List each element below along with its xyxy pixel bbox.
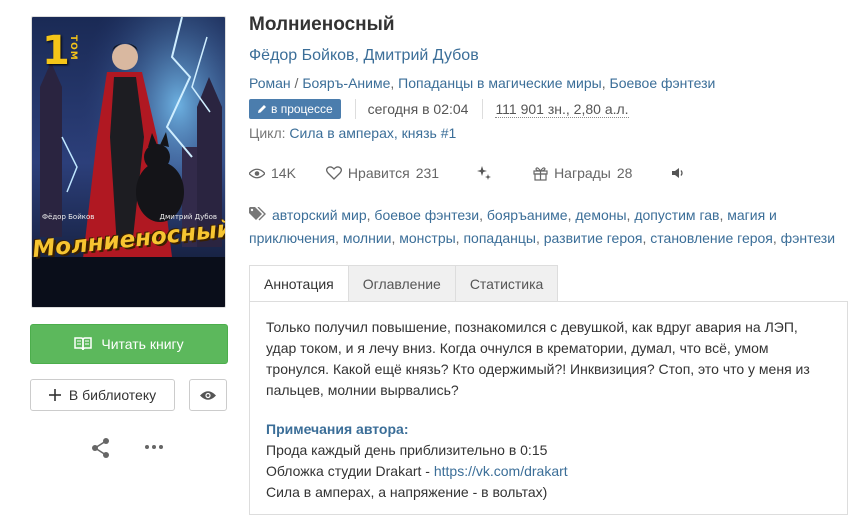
divider	[482, 99, 484, 119]
author-note-line: Прода каждый день приблизительно в 0:15	[266, 442, 548, 458]
pencil-icon	[258, 105, 266, 113]
add-to-library-label: В библиотеку	[68, 387, 157, 403]
cover-volume-word: ТОМ	[68, 35, 78, 61]
share-icon[interactable]	[90, 437, 112, 464]
author-notes-title: Примечания автора:	[266, 421, 409, 437]
eye-icon	[249, 168, 265, 178]
author-link[interactable]: Дмитрий Дубов	[363, 47, 478, 64]
genre-link[interactable]: Боевое фэнтези	[610, 75, 716, 91]
read-book-button[interactable]: Читать книгу	[30, 324, 228, 364]
tag-link[interactable]: демоны	[575, 207, 626, 223]
status-row: в процессе сегодня в 02:04 111 901 зн., …	[249, 98, 629, 120]
tag-link[interactable]: попаданцы	[463, 230, 536, 246]
tag-link[interactable]: монстры	[399, 230, 455, 246]
tag-link[interactable]: становление героя	[650, 230, 773, 246]
speaker-icon	[672, 168, 684, 178]
genre-link[interactable]: Бояръ-Аниме	[302, 75, 390, 91]
add-to-library-button[interactable]: В библиотеку	[30, 379, 175, 411]
more-options-icon[interactable]	[144, 437, 164, 462]
likes-count: 231	[415, 165, 440, 181]
likes-label: Нравится	[347, 165, 410, 181]
book-page: 1 ТОМ Фёдор Бойков Дмитрий Дубов Молниен…	[0, 0, 863, 525]
book-cover[interactable]: 1 ТОМ Фёдор Бойков Дмитрий Дубов Молниен…	[31, 16, 226, 308]
like-button[interactable]: Нравится 231	[325, 165, 440, 181]
updated-time: сегодня в 02:04	[367, 101, 469, 117]
status-badge-label: в процессе	[271, 102, 333, 116]
tab-annotation[interactable]: Аннотация	[249, 265, 349, 302]
tag-link[interactable]: боевое фэнтези	[374, 207, 479, 223]
tab-contents[interactable]: Оглавление	[348, 265, 456, 302]
genre-link[interactable]: Попаданцы в магические миры	[398, 75, 602, 91]
book-genres: Роман / Бояръ-Аниме, Попаданцы в магичес…	[249, 75, 716, 91]
book-authors: Фёдор Бойков, Дмитрий Дубов	[249, 47, 479, 65]
divider	[354, 99, 356, 119]
tag-link[interactable]: развитие героя	[544, 230, 643, 246]
book-title: Молниеносный	[249, 14, 395, 35]
sparkles-icon	[477, 166, 492, 180]
tag-link[interactable]: авторский мир	[272, 207, 367, 223]
tab-statistics[interactable]: Статистика	[455, 265, 559, 302]
genre-link[interactable]: Роман	[249, 75, 291, 91]
annotation-panel: Только получил повышение, познакомился с…	[249, 301, 848, 515]
book-tabs: Аннотация Оглавление Статистика	[249, 265, 559, 302]
views-stat: 14K	[249, 165, 296, 181]
stats-row: 14K Нравится 231 Награды 28	[249, 162, 686, 184]
read-book-label: Читать книгу	[101, 336, 184, 352]
author-note-line: Сила в амперах, а напряжение - в вольтах…	[266, 484, 548, 500]
eye-icon	[200, 390, 216, 400]
book-cycle: Цикл: Сила в амперах, князь #1	[249, 125, 456, 141]
gift-icon	[533, 166, 548, 181]
tag-link[interactable]: бояръаниме	[487, 207, 568, 223]
note-prefix: Обложка студии Drakart -	[266, 463, 434, 479]
awards-button[interactable]: Награды 28	[533, 165, 632, 181]
tags-icon	[249, 206, 266, 221]
drakart-link[interactable]: https://vk.com/drakart	[434, 463, 568, 479]
sparkle-button[interactable]	[477, 166, 492, 180]
tag-link[interactable]: допустим гав	[634, 207, 719, 223]
cover-author-left: Фёдор Бойков	[42, 213, 95, 221]
watch-button[interactable]	[189, 379, 227, 411]
tags-list: авторский мир, боевое фэнтези, бояръаним…	[249, 206, 836, 246]
book-size: 111 901 зн., 2,80 а.л.	[495, 100, 629, 118]
tag-link[interactable]: молнии	[343, 230, 392, 246]
status-badge: в процессе	[249, 99, 341, 119]
cycle-link[interactable]: Сила в амперах, князь #1	[289, 125, 456, 141]
annotation-text: Только получил повышение, познакомился с…	[266, 319, 810, 398]
author-link[interactable]: Фёдор Бойков	[249, 47, 355, 64]
views-count: 14K	[271, 165, 296, 181]
author-note-line: Обложка студии Drakart - https://vk.com/…	[266, 461, 831, 482]
open-book-icon	[74, 337, 93, 351]
awards-label: Награды	[554, 165, 611, 181]
cycle-label: Цикл:	[249, 125, 286, 141]
plus-icon	[48, 389, 61, 401]
tag-link[interactable]: фэнтези	[781, 230, 835, 246]
awards-count: 28	[616, 165, 633, 181]
heart-icon	[325, 166, 342, 180]
audio-button[interactable]	[672, 167, 686, 179]
cover-volume-number: 1	[42, 28, 70, 74]
